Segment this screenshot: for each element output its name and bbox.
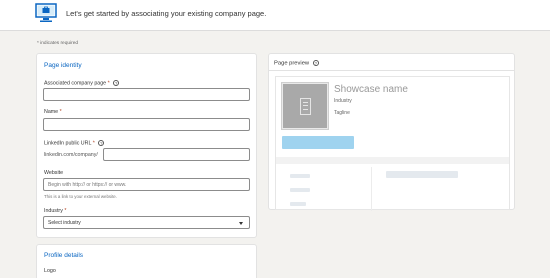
- skeleton-line: [290, 202, 306, 206]
- page-identity-card: Page identity Associated company page * …: [36, 53, 257, 238]
- associated-company-label: Associated company page * ?: [44, 80, 120, 87]
- top-banner: Let's get started by associating your ex…: [0, 0, 550, 31]
- page-preview-card: Page preview ? Showcase name Industry Ta…: [268, 53, 515, 211]
- industry-select-value: Select industry: [48, 220, 81, 226]
- chevron-down-icon: [239, 222, 243, 225]
- public-url-label-text: LinkedIn public URL: [44, 140, 92, 147]
- industry-select[interactable]: Select industry: [43, 216, 250, 229]
- website-placeholder: Begin with http:// or https:// or www.: [48, 182, 127, 188]
- help-icon[interactable]: ?: [98, 140, 105, 146]
- monitor-briefcase-icon: [35, 3, 57, 22]
- skeleton-line: [290, 188, 310, 192]
- name-label-text: Name: [44, 109, 59, 115]
- profile-details-card: Profile details Logo: [36, 244, 257, 278]
- industry-preview: Industry: [334, 98, 352, 104]
- url-prefix: linkedin.com/company/: [44, 152, 98, 158]
- page-preview-title-text: Page preview: [274, 60, 310, 67]
- tagline-preview: Tagline: [334, 110, 350, 116]
- building-icon: [300, 98, 311, 115]
- name-input[interactable]: [43, 118, 250, 131]
- associated-company-label-text: Associated company page: [44, 80, 107, 87]
- industry-label-text: Industry: [44, 208, 63, 214]
- page-preview-title: Page preview ?: [274, 60, 319, 67]
- associated-company-input[interactable]: [43, 88, 250, 101]
- skeleton-line: [290, 174, 310, 178]
- profile-details-title: Profile details: [44, 252, 84, 259]
- public-url-label: LinkedIn public URL * ?: [44, 140, 105, 147]
- logo-placeholder: [281, 82, 329, 130]
- logo-label: Logo: [44, 268, 56, 274]
- public-url-input[interactable]: [103, 148, 250, 161]
- industry-label: Industry *: [44, 208, 66, 214]
- showcase-preview: Showcase name Industry Tagline: [275, 76, 510, 211]
- follow-button-placeholder: [282, 136, 354, 149]
- page-identity-title: Page identity: [44, 62, 82, 69]
- help-icon[interactable]: ?: [312, 60, 319, 66]
- preview-divider: [269, 70, 514, 71]
- required-mark: *: [59, 109, 62, 115]
- showcase-name-preview: Showcase name: [334, 84, 408, 95]
- preview-section-divider: [276, 157, 509, 164]
- intro-text: Let's get started by associating your ex…: [66, 9, 267, 18]
- required-mark: *: [64, 208, 67, 214]
- required-note: * indicates required: [37, 41, 79, 46]
- required-mark: *: [92, 140, 95, 147]
- name-label: Name *: [44, 109, 62, 115]
- help-icon[interactable]: ?: [113, 80, 120, 86]
- website-hint: This is a link to your external website.: [44, 194, 117, 199]
- website-input[interactable]: Begin with http:// or https:// or www.: [43, 178, 250, 191]
- skeleton-line: [386, 171, 458, 178]
- required-mark: *: [107, 80, 110, 87]
- website-label: Website: [44, 170, 64, 176]
